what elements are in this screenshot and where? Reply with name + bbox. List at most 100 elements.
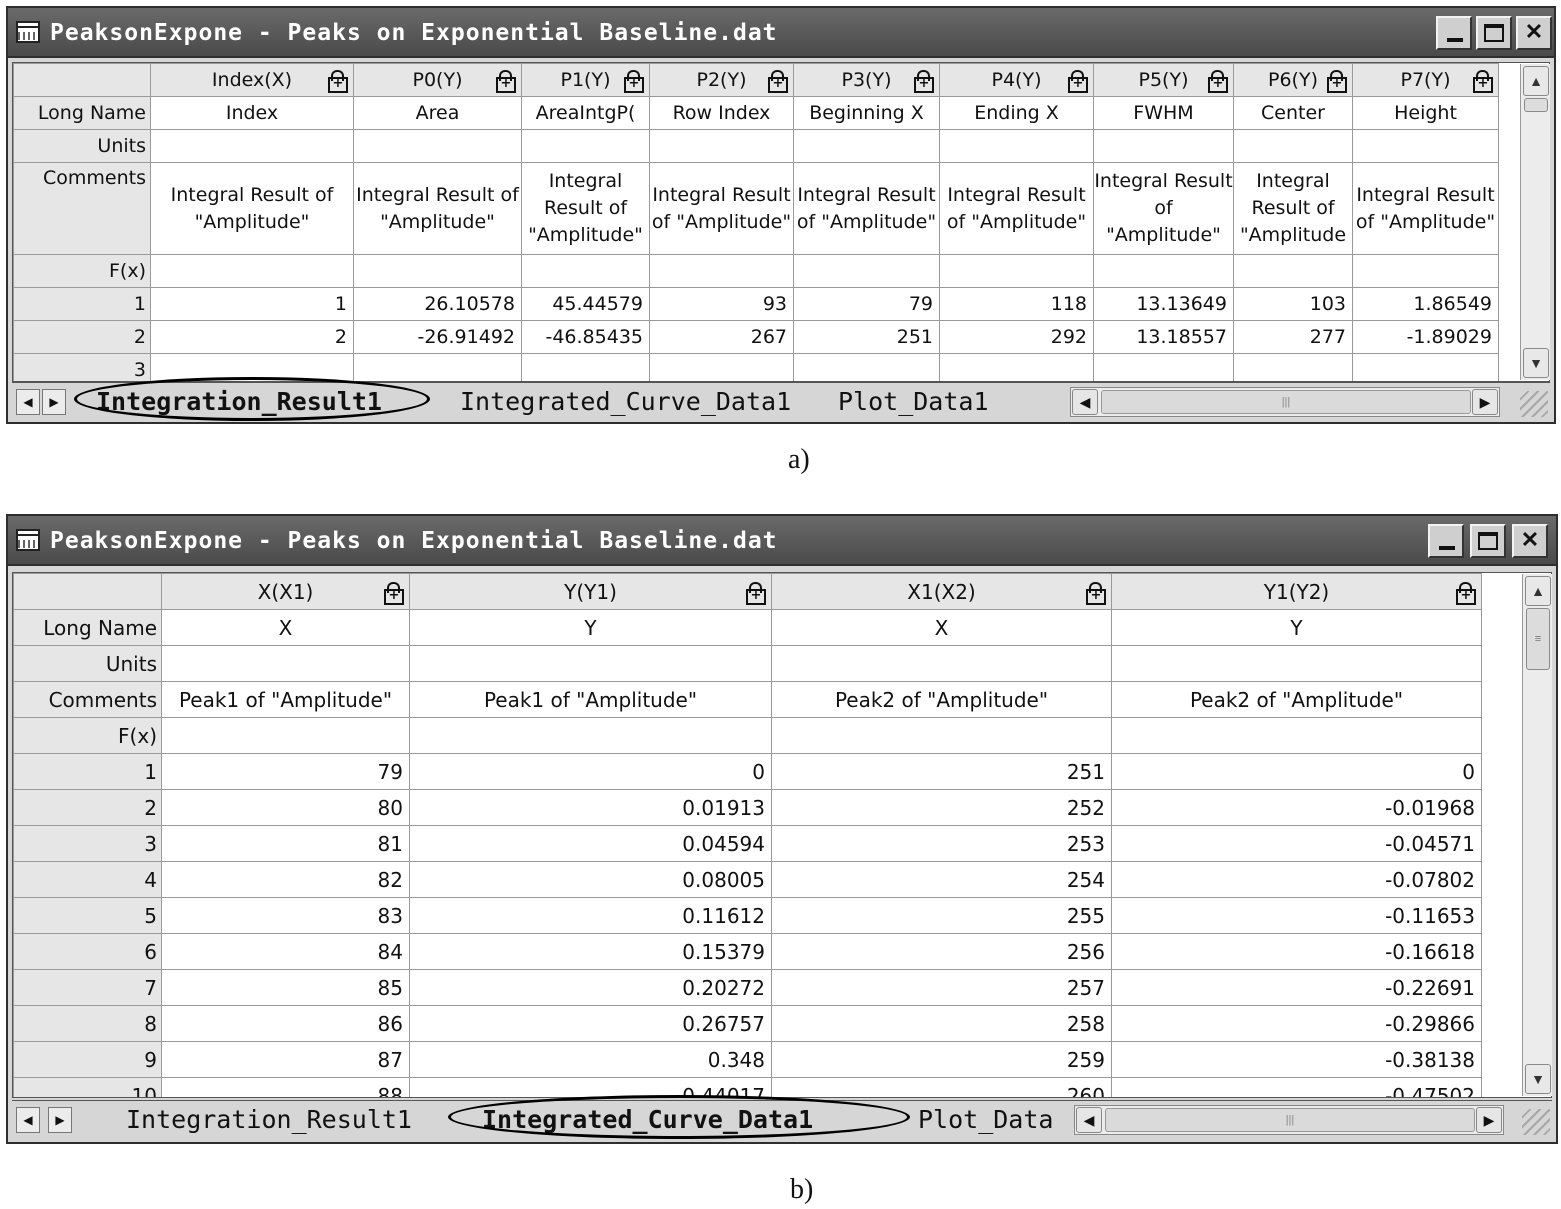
data-cell[interactable]: 81 [161,825,410,862]
fx-cell[interactable] [1352,254,1499,288]
data-cell[interactable] [353,353,522,381]
data-cell[interactable]: 13.18557 [1093,320,1234,354]
title-bar[interactable]: PeaksonExpone - Peaks on Exponential Bas… [8,516,1556,566]
column-header[interactable]: Index(X) [150,63,354,97]
long-name-cell[interactable]: Y [1111,609,1482,646]
long-name-cell[interactable]: Center [1233,96,1353,130]
data-cell[interactable]: 0.15379 [409,933,772,970]
data-cell[interactable]: -0.16618 [1111,933,1482,970]
comment-cell[interactable]: Integral Result of "Amplitude" [353,162,522,255]
comment-cell[interactable]: Integral Result of "Amplitude [1233,162,1353,255]
scroll-right-button[interactable]: ▶ [1472,389,1498,415]
tab-plot-data1[interactable]: Plot_Data1 [838,385,989,419]
data-cell[interactable]: 0.44017 [409,1077,772,1097]
row-number[interactable]: 8 [13,1005,162,1042]
data-cell[interactable]: 0.26757 [409,1005,772,1042]
units-cell[interactable] [409,645,772,682]
data-cell[interactable]: -0.04571 [1111,825,1482,862]
data-cell[interactable]: 0 [409,753,772,790]
tab-plot-data[interactable]: Plot_Data [918,1103,1068,1137]
column-header[interactable]: P3(Y) [793,63,940,97]
fx-cell[interactable] [939,254,1094,288]
scroll-left-button[interactable]: ◀ [1072,389,1098,415]
fx-cell[interactable] [771,717,1112,754]
scroll-left-button[interactable]: ◀ [1076,1107,1102,1133]
fx-cell[interactable] [1233,254,1353,288]
data-cell[interactable]: 45.44579 [521,287,650,321]
long-name-cell[interactable]: Area [353,96,522,130]
data-cell[interactable]: 79 [793,287,940,321]
resize-grip[interactable] [1520,391,1548,417]
data-cell[interactable]: 26.10578 [353,287,522,321]
long-name-cell[interactable]: X [771,609,1112,646]
units-cell[interactable] [353,129,522,163]
data-cell[interactable]: 82 [161,861,410,898]
scroll-right-button[interactable]: ▶ [1476,1107,1502,1133]
title-bar[interactable]: PeaksonExpone - Peaks on Exponential Bas… [8,8,1554,58]
data-cell[interactable] [150,353,354,381]
scroll-thumb[interactable]: ≡ [1526,608,1550,670]
column-header[interactable]: X(X1) [161,573,410,610]
data-cell[interactable]: 253 [771,825,1112,862]
row-label[interactable]: Long Name [13,96,151,130]
comment-cell[interactable]: Integral Result of "Amplitude" [521,162,650,255]
resize-grip[interactable] [1522,1109,1550,1135]
column-header[interactable]: P5(Y) [1093,63,1234,97]
fx-cell[interactable] [353,254,522,288]
row-label[interactable]: Units [13,129,151,163]
column-header[interactable]: P6(Y) [1233,63,1353,97]
data-cell[interactable]: 103 [1233,287,1353,321]
data-cell[interactable] [649,353,794,381]
tab-prev-button[interactable]: ◀ [16,1107,40,1133]
data-cell[interactable]: 2 [150,320,354,354]
fx-cell[interactable] [793,254,940,288]
column-header[interactable]: P4(Y) [939,63,1094,97]
data-cell[interactable]: -0.47502 [1111,1077,1482,1097]
comment-cell[interactable]: Peak2 of "Amplitude" [771,681,1112,718]
vertical-scrollbar[interactable]: ▲ ≡ ▼ [1522,574,1552,1096]
column-header[interactable]: P2(Y) [649,63,794,97]
tab-next-button[interactable]: ▶ [42,389,66,415]
data-cell[interactable]: 1 [150,287,354,321]
row-number[interactable]: 7 [13,969,162,1006]
data-cell[interactable]: 256 [771,933,1112,970]
long-name-cell[interactable]: X [161,609,410,646]
data-cell[interactable]: 0.20272 [409,969,772,1006]
long-name-cell[interactable]: AreaIntgP( [521,96,650,130]
fx-cell[interactable] [1093,254,1234,288]
comment-cell[interactable]: Integral Result of "Amplitude" [1352,162,1499,255]
units-cell[interactable] [521,129,650,163]
scroll-up-button[interactable]: ▲ [1525,576,1551,606]
column-header[interactable]: P0(Y) [353,63,522,97]
data-cell[interactable]: 86 [161,1005,410,1042]
data-cell[interactable]: 0.01913 [409,789,772,826]
fx-cell[interactable] [161,717,410,754]
close-button[interactable]: ✕ [1516,16,1552,50]
data-cell[interactable]: 252 [771,789,1112,826]
data-cell[interactable] [939,353,1094,381]
scroll-thumb[interactable]: ||| [1105,1108,1475,1132]
fx-cell[interactable] [1111,717,1482,754]
row-label[interactable]: Comments [13,681,162,718]
data-cell[interactable]: 277 [1233,320,1353,354]
data-cell[interactable]: -0.29866 [1111,1005,1482,1042]
data-cell[interactable] [793,353,940,381]
data-cell[interactable] [521,353,650,381]
maximize-button[interactable] [1476,16,1512,50]
column-header[interactable]: Y(Y1) [409,573,772,610]
vertical-scrollbar[interactable]: ▲ ▼ [1520,64,1550,380]
data-cell[interactable] [1352,353,1499,381]
data-cell[interactable]: 292 [939,320,1094,354]
units-cell[interactable] [771,645,1112,682]
data-cell[interactable]: 93 [649,287,794,321]
data-cell[interactable]: 254 [771,861,1112,898]
row-number[interactable]: 5 [13,897,162,934]
units-cell[interactable] [1233,129,1353,163]
data-cell[interactable]: -0.01968 [1111,789,1482,826]
column-header[interactable]: Y1(Y2) [1111,573,1482,610]
minimize-button[interactable] [1428,524,1464,558]
long-name-cell[interactable]: Beginning X [793,96,940,130]
data-cell[interactable]: 118 [939,287,1094,321]
row-number[interactable]: 2 [13,320,151,354]
scroll-up-button[interactable]: ▲ [1523,66,1549,96]
